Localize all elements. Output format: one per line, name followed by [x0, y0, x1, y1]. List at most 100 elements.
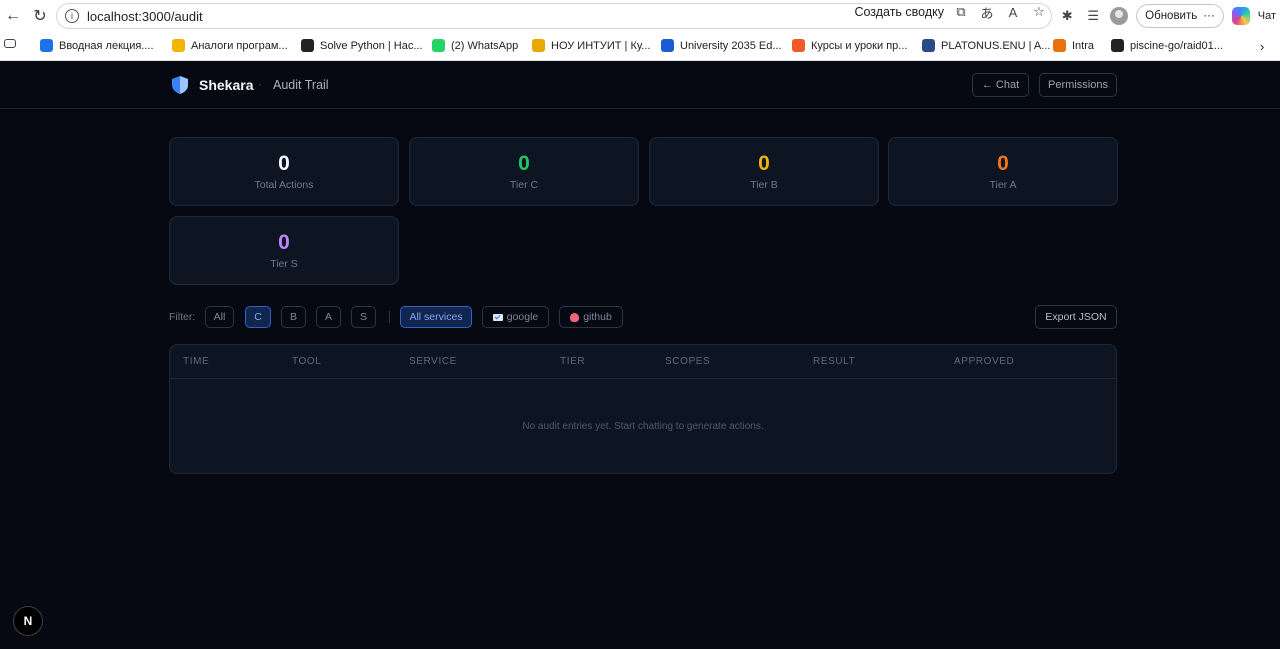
filter-bar: Filter: All C B A S All services google … [169, 305, 1117, 329]
column-header-time: TIME [183, 356, 210, 367]
update-button[interactable]: Обновить ··· [1136, 4, 1224, 28]
mail-icon [492, 313, 503, 321]
filter-tier-a[interactable]: A [316, 306, 341, 328]
bookmark-favicon-icon [922, 39, 935, 52]
service-label: google [506, 311, 539, 323]
filter-service-google[interactable]: google [482, 306, 549, 328]
update-label: Обновить [1145, 10, 1198, 22]
copilot-icon[interactable] [1231, 7, 1250, 25]
audit-table: TIME TOOL SERVICE TIER SCOPES RESULT APP… [169, 344, 1117, 474]
bookmark-label: (2) WhatsApp [451, 39, 519, 52]
stat-card-tier-b: 0 Tier B [649, 137, 879, 206]
bookmark-favicon-icon [301, 39, 314, 52]
stat-value: 0 [278, 152, 290, 175]
bookmark-item[interactable]: Solve Python | Hac... [301, 39, 423, 52]
empty-state-message: No audit entries yet. Start chatting to … [522, 421, 764, 432]
bookmark-label: Аналоги програм... [191, 39, 288, 52]
bookmark-favicon-icon [432, 39, 445, 52]
page-title: Audit Trail [273, 78, 329, 92]
browser-actions: ✱ ☰ Обновить ··· Чат [1058, 3, 1280, 29]
bookmark-favicon-icon [532, 39, 545, 52]
favorites-list-icon[interactable]: ☰ [1084, 7, 1102, 25]
summary-button[interactable]: Создать сводку [854, 5, 944, 19]
stat-label: Tier A [989, 179, 1017, 191]
filter-tier-s[interactable]: S [351, 306, 376, 328]
stat-value: 0 [758, 152, 770, 175]
translate-icon[interactable]: あ [978, 3, 996, 21]
address-bar-actions: Создать сводку ⧉ あ A ☆ [854, 3, 1048, 21]
stat-label: Tier B [750, 179, 778, 191]
bookmark-favicon-icon [661, 39, 674, 52]
chevron-right-icon[interactable]: › [1260, 39, 1264, 54]
column-header-service: SERVICE [409, 356, 457, 367]
filter-service-all[interactable]: All services [400, 306, 472, 328]
stat-card-tier-a: 0 Tier A [888, 137, 1118, 206]
filter-tier-all[interactable]: All [205, 306, 234, 328]
bookmark-favicon-icon [1111, 39, 1124, 52]
bookmark-label: piscine-go/raid01... [1130, 39, 1223, 52]
column-header-tier: TIER [560, 356, 586, 367]
bookmark-item[interactable]: Intra [1053, 39, 1094, 52]
column-header-scopes: SCOPES [665, 356, 711, 367]
stat-label: Total Actions [254, 179, 314, 191]
stat-value: 0 [278, 231, 290, 254]
back-arrow-icon[interactable]: ← [2, 5, 24, 27]
site-info-icon[interactable]: i [65, 9, 79, 23]
octopus-icon [570, 312, 580, 322]
bookmark-item[interactable]: PLATONUS.ENU | A... [922, 39, 1050, 52]
url-text: localhost:3000/audit [87, 8, 203, 24]
filter-tier-c[interactable]: C [245, 306, 271, 328]
column-header-tool: TOOL [292, 356, 322, 367]
bookmark-label: PLATONUS.ENU | A... [941, 39, 1051, 52]
browser-toolbar: ← ↻ i localhost:3000/audit Создать сводк… [0, 0, 1280, 32]
breadcrumb-separator: · [258, 77, 262, 91]
filter-service-github[interactable]: github [559, 306, 623, 328]
stat-card-tier-c: 0 Tier C [409, 137, 639, 206]
favorite-star-icon[interactable]: ☆ [1030, 3, 1048, 21]
bookmark-label: НОУ ИНТУИТ | Ку... [551, 39, 651, 52]
read-aloud-icon[interactable]: A [1004, 3, 1022, 21]
bookmark-label: Intra [1072, 39, 1095, 52]
bookmark-favicon-icon [792, 39, 805, 52]
brand-name: Shekara [199, 77, 254, 93]
profile-avatar[interactable] [1110, 7, 1129, 25]
app-header: Shekara · Audit Trail ← Chat Permissions [0, 62, 1280, 109]
bookmark-item[interactable]: piscine-go/raid01... [1111, 39, 1223, 52]
bookmark-label: Solve Python | Hac... [320, 39, 423, 52]
export-json-button[interactable]: Export JSON [1035, 305, 1117, 329]
app-root: Shekara · Audit Trail ← Chat Permissions… [0, 62, 1280, 649]
bookmark-favicon-icon [1053, 39, 1066, 52]
filter-label: Filter: [169, 311, 196, 323]
bookmark-label: University 2035 Ed... [680, 39, 782, 52]
extensions-icon[interactable]: ✱ [1058, 7, 1076, 25]
stat-card-tier-s: 0 Tier S [169, 216, 399, 285]
bookmark-favicon-icon [40, 39, 53, 52]
bookmark-label: Курсы и уроки пр... [811, 39, 908, 52]
bookmarks-bar: Вводная лекция.... Аналоги програм... Solv… [0, 32, 1280, 61]
column-header-result: RESULT [813, 356, 856, 367]
table-header: TIME TOOL SERVICE TIER SCOPES RESULT APP… [170, 345, 1116, 379]
summary-icon[interactable]: ⧉ [952, 3, 970, 21]
filter-tier-b[interactable]: B [281, 306, 306, 328]
nextjs-dev-badge[interactable]: N [13, 606, 43, 636]
shield-logo-icon [172, 76, 188, 94]
bookmark-label: Вводная лекция.... [59, 39, 154, 52]
bookmark-item[interactable]: Курсы и уроки пр... [792, 39, 907, 52]
bookmark-item[interactable]: (2) WhatsApp [432, 39, 518, 52]
stat-value: 0 [518, 152, 530, 175]
bookmarks-menu-icon[interactable] [4, 39, 16, 48]
bookmark-favicon-icon [172, 39, 185, 52]
bookmark-item[interactable]: University 2035 Ed... [661, 39, 782, 52]
stat-card-total: 0 Total Actions [169, 137, 399, 206]
bookmark-item[interactable]: Аналоги програм... [172, 39, 288, 52]
column-header-approved: APPROVED [954, 356, 1015, 367]
filter-divider [389, 311, 390, 323]
bookmark-item[interactable]: Вводная лекция.... [40, 39, 154, 52]
reload-icon[interactable]: ↻ [29, 5, 51, 27]
stat-label: Tier C [509, 179, 539, 191]
bookmark-item[interactable]: НОУ ИНТУИТ | Ку... [532, 39, 650, 52]
chat-button[interactable]: ← Chat [972, 73, 1029, 97]
permissions-button[interactable]: Permissions [1039, 73, 1117, 97]
sidebar-chat-label[interactable]: Чат [1258, 10, 1276, 22]
stat-value: 0 [997, 152, 1009, 175]
